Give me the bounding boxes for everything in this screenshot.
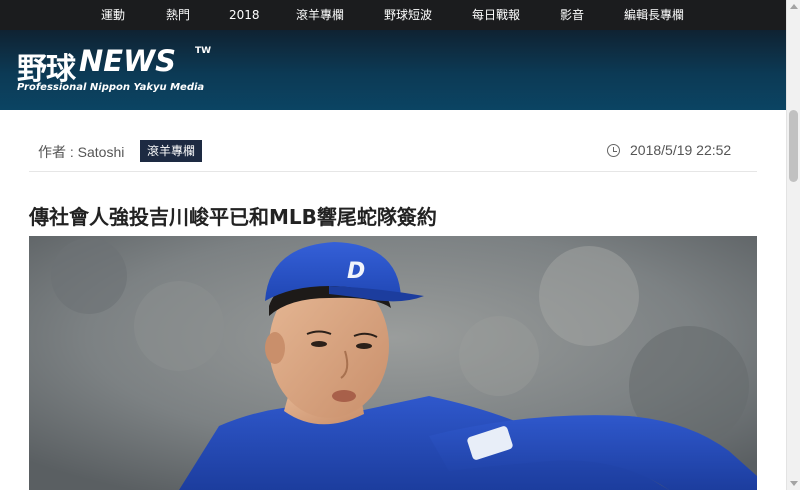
author-label: 作者 : Satoshi: [38, 144, 125, 160]
scroll-down-arrow-icon[interactable]: [790, 481, 798, 486]
page-scrollbar[interactable]: [786, 0, 800, 490]
nav-item-video[interactable]: 影音: [560, 0, 584, 30]
nav-item-hot[interactable]: 熱門: [166, 0, 190, 30]
article-title: 傳社會人強投吉川峻平已和MLB響尾蛇隊簽約: [29, 205, 437, 229]
clock-icon: [607, 144, 620, 157]
scrollbar-thumb[interactable]: [789, 110, 798, 182]
pitcher-photo-illustration: D: [29, 236, 757, 490]
nav-item-column-goat[interactable]: 滾羊專欄: [296, 0, 344, 30]
logo-tw-badge: TW: [195, 46, 212, 56]
svg-text:D: D: [347, 259, 365, 284]
nav-item-sports[interactable]: 運動: [101, 0, 125, 30]
nav-item-daily-report[interactable]: 每日戰報: [472, 0, 520, 30]
logo-subtitle: Professional Nippon Yakyu Media: [17, 82, 205, 93]
site-logo[interactable]: 野球 NEWS TW Professional Nippon Yakyu Med…: [17, 44, 217, 96]
scroll-up-arrow-icon[interactable]: [790, 4, 798, 9]
nav-item-editor-column[interactable]: 編輯長專欄: [624, 0, 684, 30]
top-nav: 運動 熱門 2018 滾羊專欄 野球短波 每日戰報 影音 編輯長專欄: [0, 0, 786, 30]
article-hero-image: D: [29, 236, 757, 490]
category-badge[interactable]: 滾羊專欄: [140, 140, 203, 162]
article-meta: 作者 : Satoshi 滾羊專欄 2018/5/19 22:52: [29, 136, 757, 172]
nav-item-short-news[interactable]: 野球短波: [384, 0, 432, 30]
logo-title-news: NEWS: [79, 44, 176, 78]
publish-datetime: 2018/5/19 22:52: [630, 142, 732, 158]
nav-item-2018[interactable]: 2018: [229, 0, 260, 30]
header-banner: 野球 NEWS TW Professional Nippon Yakyu Med…: [0, 30, 786, 110]
